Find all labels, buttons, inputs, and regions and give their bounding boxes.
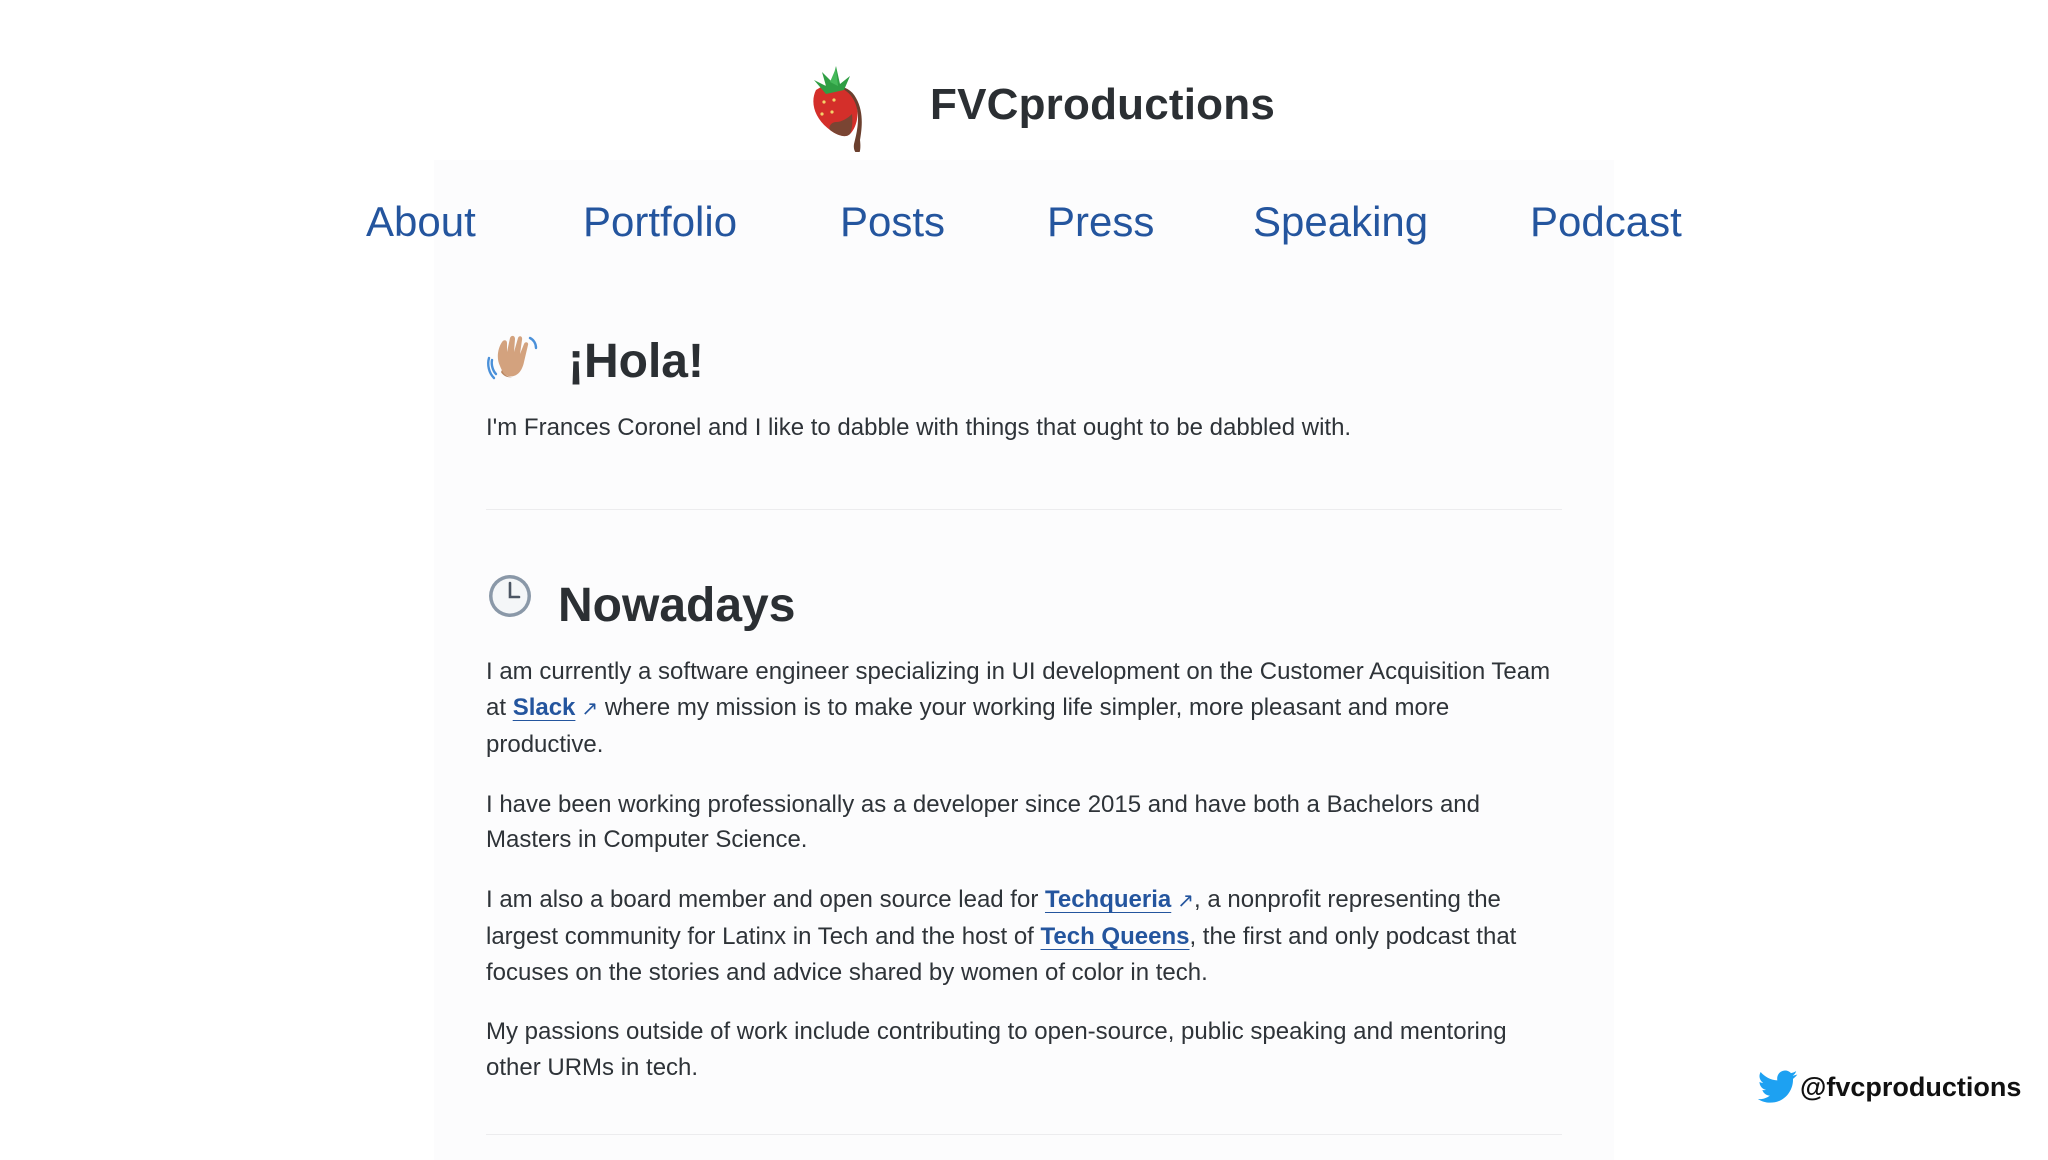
nav-press[interactable]: Press (1047, 198, 1154, 246)
nowadays-heading: Nowadays (486, 568, 1562, 632)
nowadays-title: Nowadays (558, 579, 796, 632)
nowadays-paragraph-3: I am also a board member and open source… (486, 885, 1517, 986)
nav-podcast[interactable]: Podcast (1530, 198, 1682, 246)
nowadays-paragraph-1: I am currently a software engineer speci… (486, 658, 1551, 758)
slack-link[interactable]: Slack ↗ (513, 694, 598, 721)
techqueria-link[interactable]: Techqueria ↗ (1045, 886, 1194, 913)
nowadays-paragraph-2: I have been working professionally as a … (486, 790, 1480, 854)
strawberry-icon[interactable] (796, 56, 876, 154)
hola-text: I'm Frances Coronel and I like to dabble… (486, 414, 1352, 441)
hola-section: ¡Hola! I'm Frances Coronel and I like to… (486, 330, 1562, 446)
nav-speaking[interactable]: Speaking (1253, 198, 1428, 246)
clock-icon (486, 568, 542, 624)
nowadays-section: Nowadays I am currently a software engin… (486, 568, 1562, 1085)
site-title[interactable]: FVCproductions (930, 80, 1275, 130)
section-divider (486, 1134, 1562, 1135)
nav-portfolio[interactable]: Portfolio (583, 198, 737, 246)
nav-posts[interactable]: Posts (840, 198, 945, 246)
nav-about[interactable]: About (366, 198, 476, 246)
twitter-bird-icon (1758, 1070, 1798, 1103)
waving-hand-icon (486, 330, 542, 386)
main-nav: About Portfolio Posts Press Speaking Pod… (0, 198, 2048, 254)
nowadays-paragraph-4: My passions outside of work include cont… (486, 1018, 1507, 1081)
section-divider (486, 509, 1562, 510)
external-link-icon: ↗ (1177, 889, 1195, 912)
hola-title: ¡Hola! (568, 335, 704, 388)
hola-heading: ¡Hola! (486, 330, 1562, 390)
site-header: FVCproductions (0, 50, 2048, 170)
tech-queens-link[interactable]: Tech Queens (1041, 923, 1190, 950)
twitter-handle: @fvcproductions (1800, 1072, 2022, 1102)
external-link-icon: ↗ (581, 697, 599, 720)
